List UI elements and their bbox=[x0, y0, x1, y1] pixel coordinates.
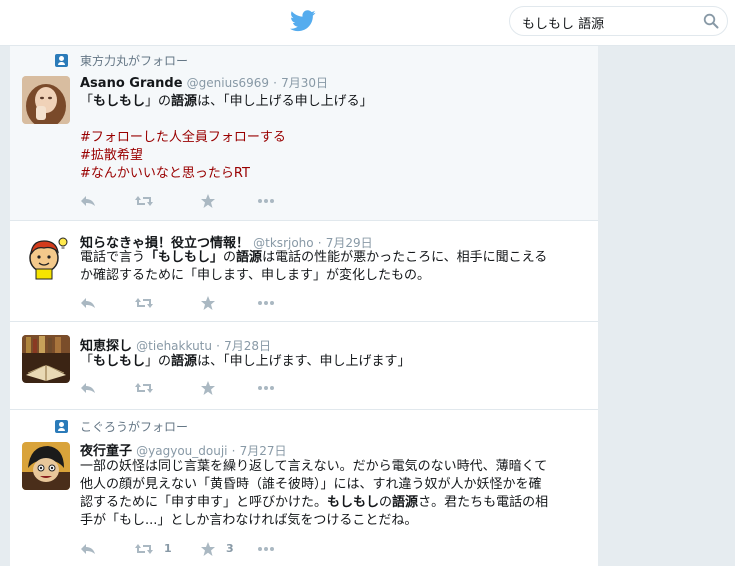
tweet-text-segment: は、「申し上げる申し上げる」 bbox=[197, 94, 373, 109]
tweet-text: 一部の妖怪は同じ言葉を繰り返して言えない。だから電気のない時代、薄暗くて 他人の顔… bbox=[80, 458, 585, 530]
more-icon[interactable] bbox=[256, 541, 276, 557]
twitter-bird-icon[interactable] bbox=[290, 10, 316, 32]
tweet-text-segment: 」の bbox=[145, 354, 172, 369]
user-icon bbox=[55, 420, 68, 433]
tweet-date[interactable]: 7月27日 bbox=[240, 444, 287, 458]
follow-context-text[interactable]: こぐろうがフォロー bbox=[80, 418, 188, 435]
highlighted-keyword: 語源 bbox=[392, 495, 419, 510]
tweet-text-line: #拡散希望 bbox=[80, 147, 585, 165]
author-handle[interactable]: @genius6969 bbox=[187, 76, 269, 90]
tweet-date[interactable]: 7月29日 bbox=[326, 236, 373, 250]
more-icon[interactable] bbox=[256, 295, 276, 311]
star-icon[interactable] bbox=[200, 380, 216, 396]
star-icon[interactable] bbox=[200, 541, 216, 557]
search-input[interactable]: もしもし 語源 bbox=[522, 13, 604, 32]
tweet-text-segment: 「 bbox=[80, 94, 94, 109]
top-bar: もしもし 語源 bbox=[0, 0, 735, 46]
tweet-text: 電話で言う「もしもし」の語源は電話の性能が悪かったころに、相手に聞こえる か確認す… bbox=[80, 249, 585, 285]
tweet-text: 「もしもし」の語源は、「申し上げます、申し上げます」 bbox=[80, 353, 585, 371]
tweet-stream: 東方力丸がフォロー Asano Grande @genius6969 · 7月3… bbox=[10, 46, 598, 566]
star-icon[interactable] bbox=[200, 295, 216, 311]
author-name[interactable]: 夜行童子 bbox=[80, 444, 132, 459]
more-icon[interactable] bbox=[256, 380, 276, 396]
highlighted-keyword: もしもし bbox=[327, 495, 380, 510]
retweet-icon[interactable] bbox=[134, 380, 154, 396]
retweet-count: 1 bbox=[164, 542, 172, 555]
tweet-text-segment: か確認するために「申します、申します」が変化したもの。 bbox=[80, 268, 430, 283]
tweet-text-line: 一部の妖怪は同じ言葉を繰り返して言えない。だから電気のない時代、薄暗くて bbox=[80, 458, 585, 476]
tweet-text-segment: 「 bbox=[80, 354, 94, 369]
reply-icon[interactable] bbox=[80, 541, 96, 557]
star-icon[interactable] bbox=[200, 193, 216, 209]
author-name[interactable]: 知恵探し bbox=[80, 339, 132, 354]
reply-icon[interactable] bbox=[80, 193, 96, 209]
tweet-text-line: 「もしもし」の語源は、「申し上げる申し上げる」 bbox=[80, 93, 585, 111]
tweet[interactable]: 知恵探し @tiehakkutu · 7月28日 「もしもし」の語源は、「申し上… bbox=[10, 322, 598, 410]
page-background bbox=[598, 46, 735, 566]
tweet-text-segment: 手が「もし...」としか言わなければ気をつけることだね。 bbox=[80, 513, 418, 528]
follow-context-text[interactable]: 東方力丸がフォロー bbox=[80, 52, 188, 69]
tweet-text-segment: 電話で言う bbox=[80, 250, 146, 265]
tweet-text-segment: は、「申し上げます、申し上げます」 bbox=[197, 354, 411, 369]
tweet-text-segment: 一部の妖怪は同じ言葉を繰り返して言えない。だから電気のない時代、薄暗くて bbox=[80, 459, 548, 474]
tweet[interactable]: 知らなきゃ損！役立つ情報！ @tksrjoho · 7月29日 電話で言う「もし… bbox=[10, 221, 598, 322]
tweet-date[interactable]: 7月30日 bbox=[281, 76, 328, 90]
avatar[interactable] bbox=[22, 335, 70, 383]
tweet[interactable]: こぐろうがフォロー 夜行童子 @yagyou_douji · 7月27日 一部の… bbox=[10, 410, 598, 566]
tweet-text-line bbox=[80, 111, 585, 129]
retweet-icon[interactable] bbox=[134, 295, 154, 311]
avatar[interactable] bbox=[22, 442, 70, 490]
avatar[interactable] bbox=[22, 232, 70, 280]
retweet-icon[interactable] bbox=[134, 541, 154, 557]
tweet-text-segment: は電話の性能が悪かったころに、相手に聞こえる bbox=[262, 250, 548, 265]
tweet-text-line: 電話で言う「もしもし」の語源は電話の性能が悪かったころに、相手に聞こえる bbox=[80, 249, 585, 267]
search-icon[interactable] bbox=[703, 13, 719, 29]
author-handle[interactable]: @yagyou_douji bbox=[136, 444, 227, 458]
separator-dot: · bbox=[216, 339, 220, 353]
tweet-text-segment: 」の bbox=[145, 94, 172, 109]
highlighted-keyword: もしもし bbox=[93, 354, 146, 369]
retweet-icon[interactable] bbox=[134, 193, 154, 209]
tweet-text-segment: の bbox=[379, 495, 393, 510]
tweet-text-line: か確認するために「申します、申します」が変化したもの。 bbox=[80, 267, 585, 285]
search-box[interactable]: もしもし 語源 bbox=[509, 6, 728, 36]
tweet-text-line: 他人の顔が見えない「黄昏時（誰そ彼時）」には、すれ違う奴が人か妖怪かを確 bbox=[80, 476, 585, 494]
tweet[interactable]: 東方力丸がフォロー Asano Grande @genius6969 · 7月3… bbox=[10, 46, 598, 221]
tweet-text: 「もしもし」の語源は、「申し上げる申し上げる」 #フォローした人全員フォローする #… bbox=[80, 93, 585, 183]
user-icon bbox=[55, 54, 68, 67]
separator-dot: · bbox=[273, 76, 277, 90]
author-handle[interactable]: @tiehakkutu bbox=[136, 339, 212, 353]
tweet-text-segment: 認するために「申す申す」と呼びかけた。 bbox=[80, 495, 328, 510]
hashtag-link[interactable]: #なんかいいなと思ったらRT bbox=[80, 166, 250, 181]
hashtag-link[interactable]: #拡散希望 bbox=[80, 148, 143, 163]
tweet-text-segment: の bbox=[223, 250, 237, 265]
separator-dot: · bbox=[231, 444, 236, 458]
tweet-text-line: #フォローした人全員フォローする bbox=[80, 129, 585, 147]
tweet-text-segment: さ。君たちも電話の相 bbox=[418, 495, 549, 510]
highlighted-keyword: 語源 bbox=[171, 94, 198, 109]
tweet-text-line: #なんかいいなと思ったらRT bbox=[80, 165, 585, 183]
like-count: 3 bbox=[226, 542, 234, 555]
tweet-date[interactable]: 7月28日 bbox=[224, 339, 271, 353]
highlighted-keyword: もしもし bbox=[93, 94, 146, 109]
avatar[interactable] bbox=[22, 76, 70, 124]
highlighted-keyword: 語源 bbox=[171, 354, 198, 369]
tweet-text-line: 認するために「申す申す」と呼びかけた。もしもしの語源さ。君たちも電話の相 bbox=[80, 494, 585, 512]
reply-icon[interactable] bbox=[80, 380, 96, 396]
highlighted-keyword: 語源 bbox=[236, 250, 263, 265]
reply-icon[interactable] bbox=[80, 295, 96, 311]
more-icon[interactable] bbox=[256, 193, 276, 209]
highlighted-keyword: 「もしもし」 bbox=[145, 250, 224, 265]
hashtag-link[interactable]: #フォローした人全員フォローする bbox=[80, 130, 286, 145]
tweet-text-segment: 他人の顔が見えない「黄昏時（誰そ彼時）」には、すれ違う奴が人か妖怪かを確 bbox=[80, 477, 542, 492]
tweet-text-line: 手が「もし...」としか言わなければ気をつけることだね。 bbox=[80, 512, 585, 530]
author-handle[interactable]: @tksrjoho bbox=[253, 236, 313, 250]
separator-dot: · bbox=[317, 236, 322, 250]
tweet-text-line: 「もしもし」の語源は、「申し上げます、申し上げます」 bbox=[80, 353, 585, 371]
author-name[interactable]: Asano Grande bbox=[80, 76, 183, 91]
